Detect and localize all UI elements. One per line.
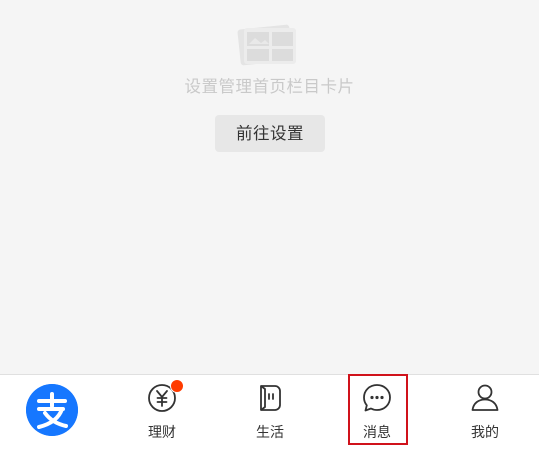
alipay-logo-icon bbox=[26, 384, 78, 436]
tab-messages-label: 消息 bbox=[363, 425, 391, 441]
tab-messages[interactable]: 消息 bbox=[323, 375, 431, 451]
tab-life-label: 生活 bbox=[256, 425, 284, 441]
life-service-icon bbox=[260, 385, 281, 411]
tab-alipay-home[interactable] bbox=[0, 375, 108, 451]
tab-life[interactable]: 生活 bbox=[216, 375, 324, 451]
notification-badge-dot bbox=[170, 379, 184, 393]
cards-illustration-icon bbox=[237, 24, 296, 66]
tab-finance[interactable]: 理财 bbox=[108, 375, 216, 451]
empty-state-message: 设置管理首页栏目卡片 bbox=[184, 77, 355, 96]
empty-state: 设置管理首页栏目卡片 前往设置 bbox=[0, 0, 539, 374]
tab-finance-label: 理财 bbox=[148, 425, 176, 441]
bottom-tab-bar: 理财 生活 消息 我的 bbox=[0, 374, 539, 451]
person-icon bbox=[471, 384, 499, 411]
tab-mine[interactable]: 我的 bbox=[431, 375, 539, 451]
tab-mine-label: 我的 bbox=[471, 425, 499, 441]
goto-settings-button[interactable]: 前往设置 bbox=[215, 115, 325, 152]
chat-bubble-icon bbox=[363, 384, 391, 412]
